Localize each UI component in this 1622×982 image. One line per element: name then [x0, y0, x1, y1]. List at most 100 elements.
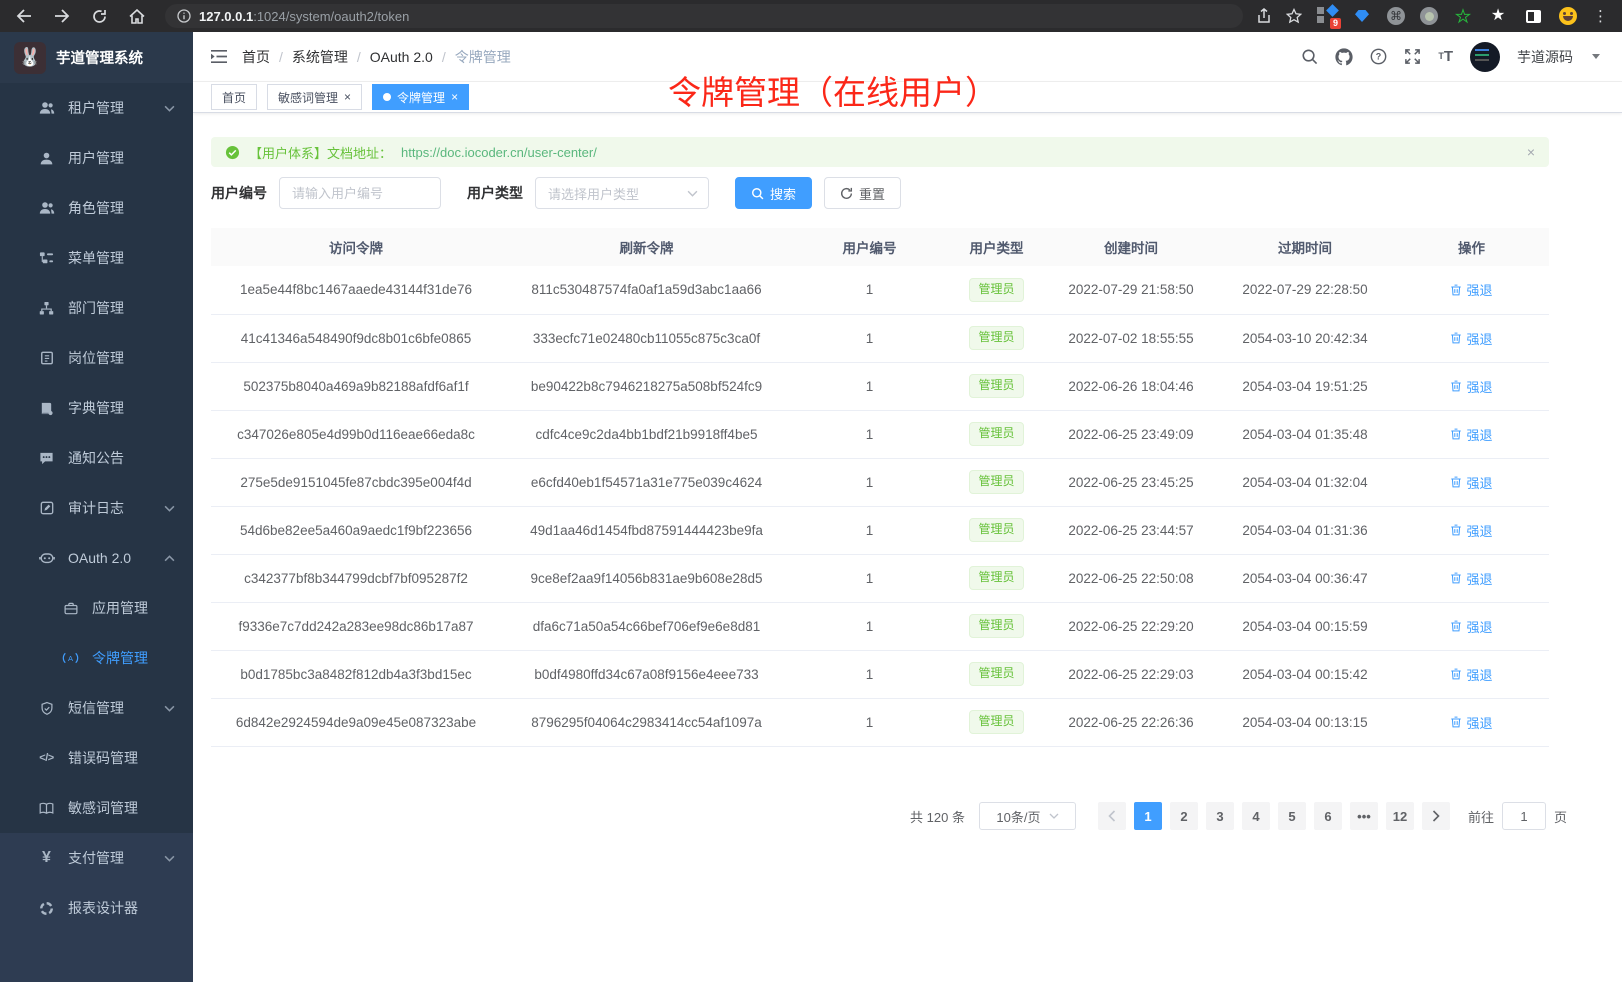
page-2-button[interactable]: 2 — [1170, 802, 1198, 830]
app-logo[interactable]: 🐰 芋道管理系统 — [0, 32, 193, 83]
sidebar-item-oauth2[interactable]: OAuth 2.0 — [0, 533, 193, 583]
command-icon[interactable]: ⌘ — [1387, 7, 1405, 25]
record-icon[interactable] — [1420, 7, 1438, 25]
page-12-button[interactable]: 12 — [1386, 802, 1414, 830]
kick-out-button[interactable]: 强退 — [1450, 617, 1492, 636]
alert-close-icon[interactable]: × — [1527, 144, 1535, 160]
bookmark-star-icon[interactable] — [1286, 8, 1302, 24]
kick-out-button[interactable]: 强退 — [1450, 280, 1492, 299]
next-page-button[interactable] — [1422, 802, 1450, 830]
tab-home[interactable]: 首页 — [211, 84, 257, 110]
sidebar-collapse-icon[interactable] — [193, 49, 242, 64]
browser-chrome: 127.0.0.1:1024/system/oauth2/token 9 ⌘ ★… — [0, 0, 1622, 32]
sidebar-item-audit-log[interactable]: 审计日志 — [0, 483, 193, 533]
site-info-icon[interactable] — [177, 9, 191, 23]
forward-icon[interactable] — [54, 9, 70, 23]
kick-out-button[interactable]: 强退 — [1450, 569, 1492, 588]
goto-page-input[interactable] — [1502, 802, 1546, 830]
kick-out-button[interactable]: 强退 — [1450, 329, 1492, 348]
expire-time-cell: 2054-03-04 00:13:15 — [1216, 698, 1394, 746]
expire-time-cell: 2054-03-04 01:32:04 — [1216, 458, 1394, 506]
search-icon[interactable] — [1301, 48, 1318, 65]
user-id-input[interactable] — [279, 177, 441, 209]
sidebar-item-user[interactable]: 用户管理 — [0, 133, 193, 183]
kick-out-button[interactable]: 强退 — [1450, 521, 1492, 540]
users-icon — [38, 100, 55, 117]
user-type-select[interactable]: 请选择用户类型 — [535, 177, 709, 209]
page-6-button[interactable]: 6 — [1314, 802, 1342, 830]
gem-icon[interactable] — [1352, 6, 1372, 26]
sidebar-item-dict[interactable]: 字典管理 — [0, 383, 193, 433]
user-type-badge: 管理员 — [969, 326, 1023, 350]
sidebar-item-oauth2-app[interactable]: 应用管理 — [0, 583, 193, 633]
sidebar-item-sensitive-word[interactable]: 敏感词管理 — [0, 783, 193, 833]
page-3-button[interactable]: 3 — [1206, 802, 1234, 830]
search-button[interactable]: 搜索 — [735, 177, 812, 209]
create-time-cell: 2022-06-25 23:44:57 — [1046, 506, 1216, 554]
star-green-icon[interactable]: ★ — [1453, 6, 1473, 26]
sidebar-item-report-designer[interactable]: 报表设计器 — [0, 883, 193, 933]
breadcrumb-system[interactable]: 系统管理 — [292, 47, 348, 67]
github-icon[interactable] — [1335, 48, 1353, 66]
sidebar-item-tenant[interactable]: 租户管理 — [0, 83, 193, 133]
help-icon[interactable]: ? — [1370, 48, 1387, 65]
trash-icon — [1450, 284, 1462, 296]
home-icon[interactable] — [129, 9, 145, 24]
table-header-row: 访问令牌 刷新令牌 用户编号 用户类型 创建时间 过期时间 操作 — [211, 228, 1549, 266]
share-icon[interactable] — [1257, 8, 1271, 24]
user-menu-caret-icon[interactable] — [1592, 54, 1600, 59]
star-white-icon[interactable]: ★ — [1488, 6, 1508, 26]
font-size-icon[interactable]: TT — [1438, 49, 1453, 64]
user-type-badge: 管理员 — [969, 614, 1023, 638]
breadcrumb-oauth2[interactable]: OAuth 2.0 — [370, 49, 433, 65]
reset-button[interactable]: 重置 — [824, 177, 901, 209]
sidebar-item-menu[interactable]: 菜单管理 — [0, 233, 193, 283]
breadcrumb-home[interactable]: 首页 — [242, 47, 270, 67]
kick-out-button[interactable]: 强退 — [1450, 473, 1492, 492]
side-panel-icon[interactable] — [1523, 6, 1543, 26]
prev-page-button[interactable] — [1098, 802, 1126, 830]
logo-image: 🐰 — [14, 42, 46, 74]
overflow-menu-icon[interactable]: ⋮ — [1593, 7, 1608, 25]
role-icon — [38, 200, 55, 217]
sidebar-item-post[interactable]: 岗位管理 — [0, 333, 193, 383]
sidebar-item-notice[interactable]: 通知公告 — [0, 433, 193, 483]
page-size-select[interactable]: 10条/页 — [979, 802, 1076, 830]
page-1-button[interactable]: 1 — [1134, 802, 1162, 830]
sidebar-item-oauth2-token[interactable]: A 令牌管理 — [0, 633, 193, 683]
sidebar-item-pay[interactable]: ¥ 支付管理 — [0, 833, 193, 883]
kick-out-button[interactable]: 强退 — [1450, 713, 1492, 732]
address-bar[interactable]: 127.0.0.1:1024/system/oauth2/token — [165, 4, 1243, 28]
access-token-cell: b0d1785bc3a8482f812db4a3f3bd15ec — [211, 650, 501, 698]
sidebar-item-sms[interactable]: 短信管理 — [0, 683, 193, 733]
tab-token[interactable]: 令牌管理 × — [372, 84, 469, 110]
sidebar-item-errcode[interactable]: </> 错误码管理 — [0, 733, 193, 783]
refresh-token-cell: cdfc4ce9c2da4bb1bdf21b9918ff4be5 — [501, 410, 792, 458]
trash-icon — [1450, 332, 1462, 344]
kick-out-button[interactable]: 强退 — [1450, 425, 1492, 444]
tab-sensitive-word[interactable]: 敏感词管理 × — [267, 84, 362, 110]
username[interactable]: 芋道源码 — [1517, 47, 1573, 67]
emoji-icon[interactable] — [1558, 6, 1578, 26]
close-icon[interactable]: × — [344, 91, 351, 103]
sidebar-item-role[interactable]: 角色管理 — [0, 183, 193, 233]
reload-icon[interactable] — [92, 9, 107, 24]
notice-icon — [38, 450, 55, 467]
close-icon[interactable]: × — [451, 91, 458, 103]
shield-check-icon — [38, 700, 55, 717]
sidebar-item-dept[interactable]: 部门管理 — [0, 283, 193, 333]
avatar[interactable] — [1470, 42, 1500, 72]
more-pages-button[interactable]: ••• — [1350, 802, 1378, 830]
doc-link[interactable]: https://doc.iocoder.cn/user-center/ — [401, 145, 597, 160]
back-icon[interactable] — [16, 9, 32, 23]
page-5-button[interactable]: 5 — [1278, 802, 1306, 830]
action-cell: 强退 — [1394, 266, 1549, 314]
kick-out-button[interactable]: 强退 — [1450, 377, 1492, 396]
extensions-icon[interactable]: 9 — [1317, 6, 1337, 26]
kick-out-button[interactable]: 强退 — [1450, 665, 1492, 684]
page-4-button[interactable]: 4 — [1242, 802, 1270, 830]
svg-text:?: ? — [1376, 52, 1381, 62]
fullscreen-icon[interactable] — [1404, 48, 1421, 65]
access-token-cell: 54d6be82ee5a460a9aedc1f9bf223656 — [211, 506, 501, 554]
search-icon — [751, 187, 764, 200]
